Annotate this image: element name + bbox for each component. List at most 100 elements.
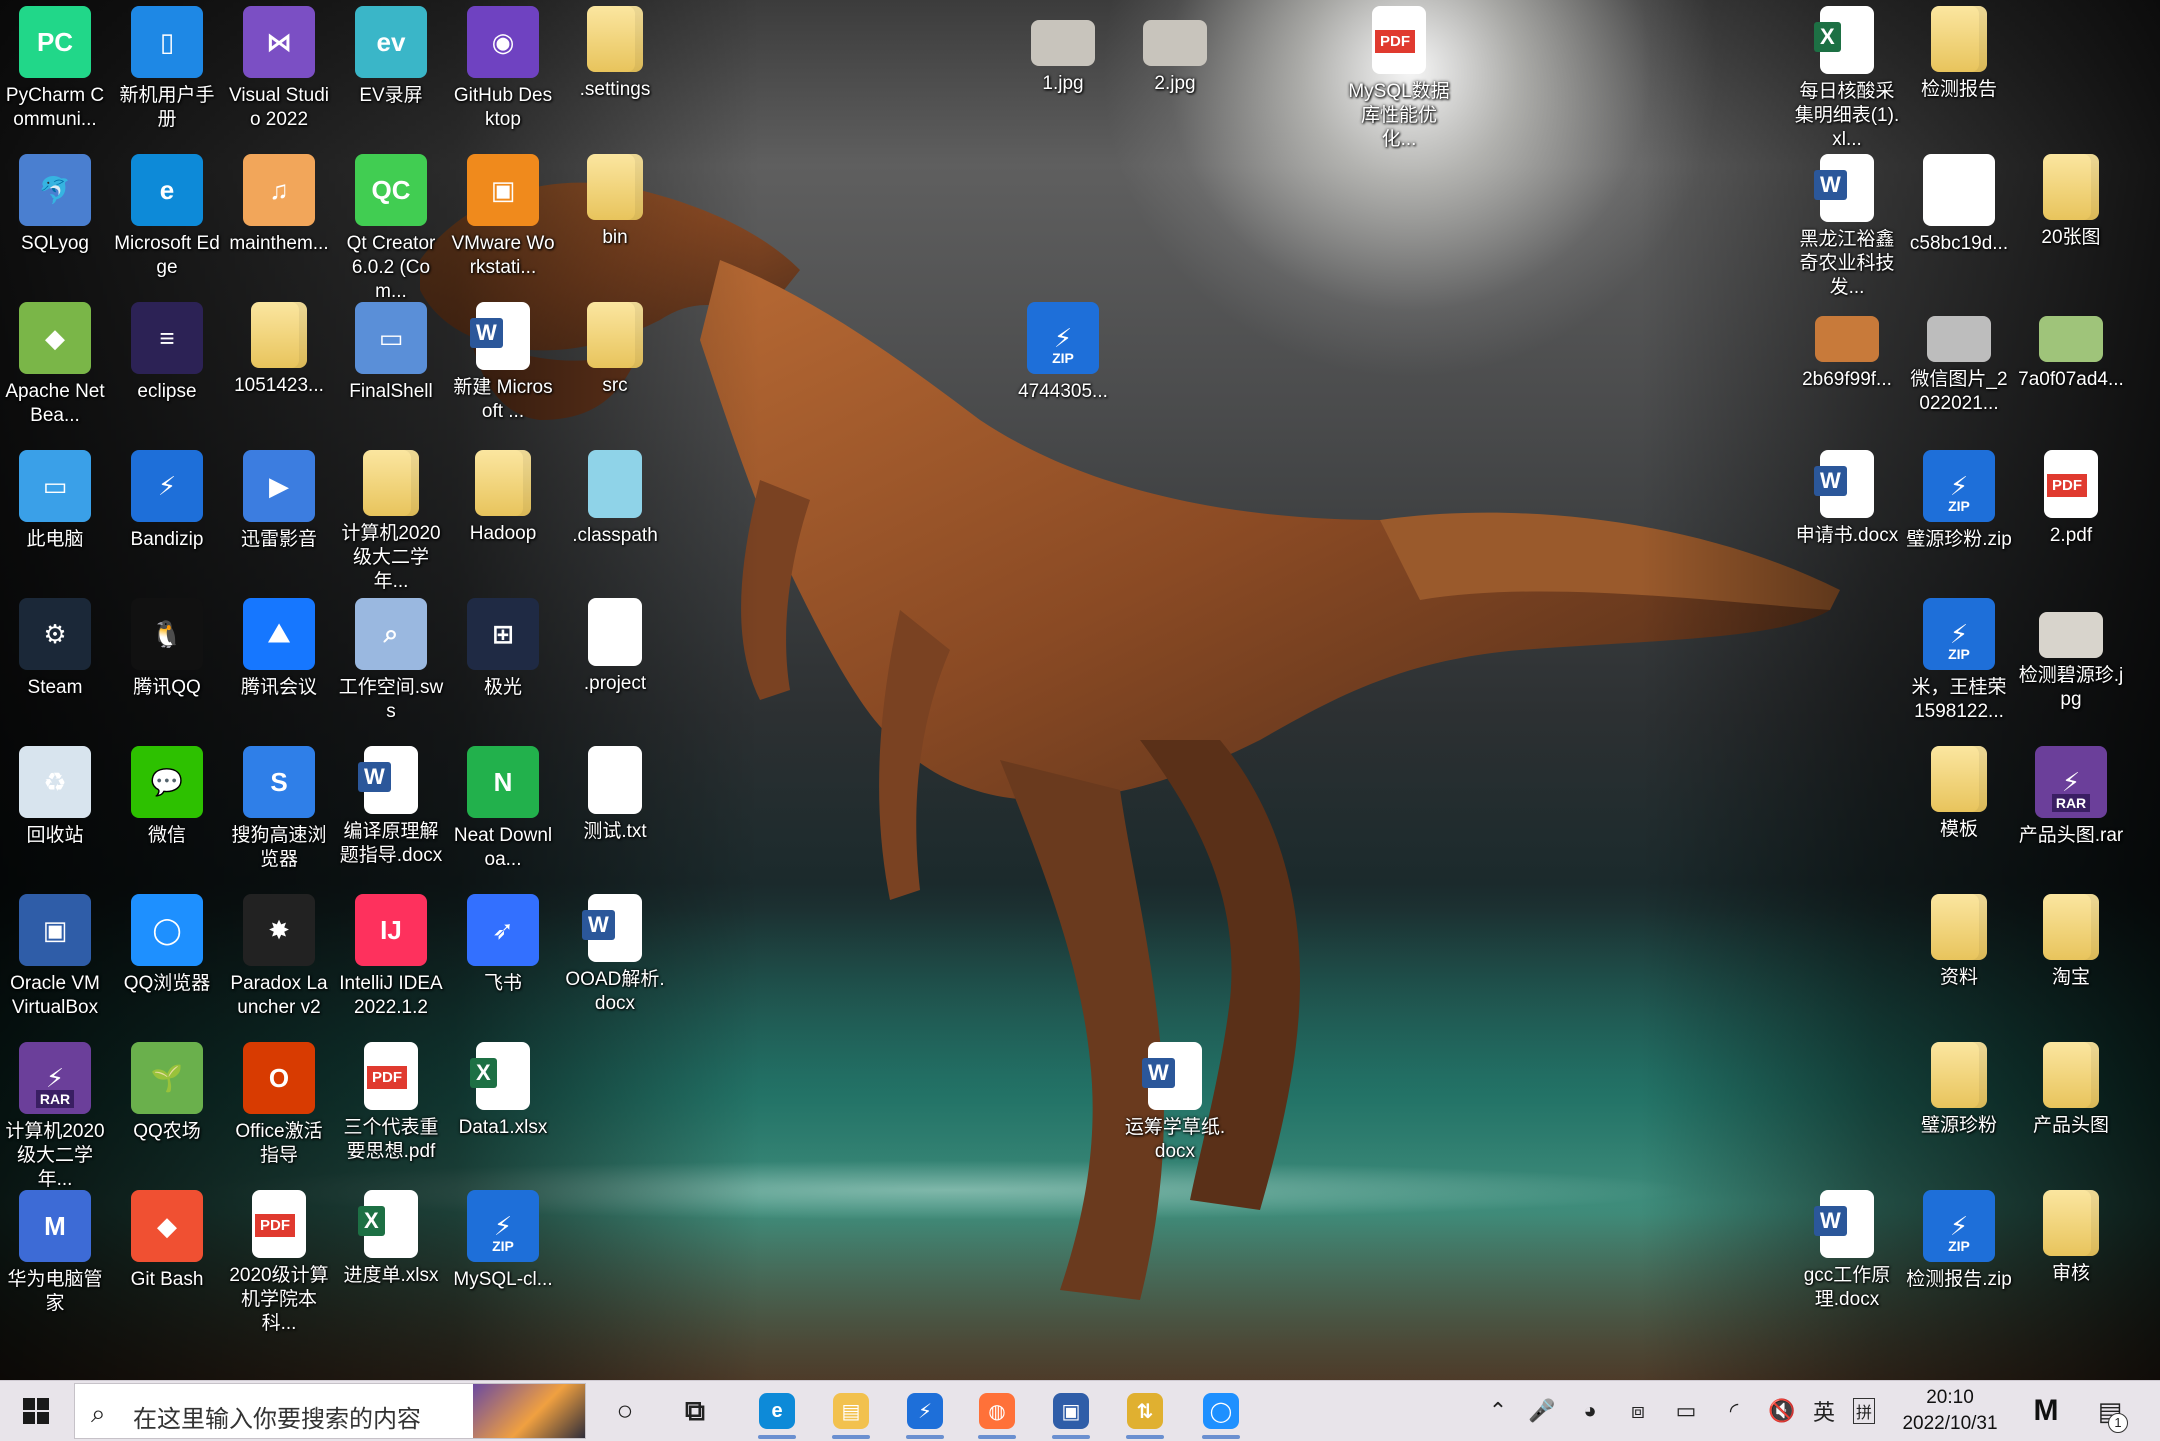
desktop-icon[interactable]: ▯ 新机用户手册 (112, 0, 222, 145)
action-center-button[interactable]: ▤ 1 (2090, 1381, 2130, 1441)
firefox-icon[interactable]: ◍ (962, 1381, 1032, 1441)
desktop-icon[interactable]: ◆ Git Bash (112, 1184, 222, 1329)
desktop-icon[interactable]: N Neat Downloa... (448, 740, 558, 885)
start-button[interactable] (0, 1381, 72, 1441)
desktop-icon[interactable]: ➶ 飞书 (448, 888, 558, 1033)
input-language-indicator[interactable]: 英 (1806, 1381, 1842, 1441)
desktop-icon[interactable]: Wgcc工作原理.docx (1792, 1184, 1902, 1329)
desktop-icon[interactable]: ◯ QQ浏览器 (112, 888, 222, 1033)
winscp-icon[interactable]: ⇅ (1110, 1381, 1180, 1441)
desktop-icon[interactable]: 💬 微信 (112, 740, 222, 885)
desktop-icon[interactable]: ≡ eclipse (112, 296, 222, 441)
desktop-icon[interactable]: ⛰ 腾讯会议 (224, 592, 334, 737)
desktop-icon[interactable]: ⚡ ZIP 璧源珍粉.zip (1904, 444, 2014, 589)
desktop-icon[interactable]: 资料 (1904, 888, 2014, 1033)
desktop-icon[interactable]: ♫ mainthem... (224, 148, 334, 293)
desktop-icon[interactable]: PDF MySQL数据库性能优化... (1344, 0, 1454, 150)
desktop-icon[interactable]: 检测碧源珍.jpg (2016, 592, 2126, 737)
desktop-icon[interactable]: 微信图片_2022021... (1904, 296, 2014, 441)
desktop-icon[interactable]: 2.jpg (1120, 0, 1230, 145)
desktop-icon[interactable]: 1.jpg (1008, 0, 1118, 145)
desktop-icon[interactable]: ⚡ ZIP 4744305... (1008, 296, 1118, 441)
desktop-icon[interactable]: 2b69f99f... (1792, 296, 1902, 441)
desktop-icon[interactable]: ▭ FinalShell (336, 296, 446, 441)
desktop-icon[interactable]: W OOAD解析.docx (560, 888, 670, 1033)
desktop-icon[interactable]: IJ IntelliJ IDEA 2022.1.2 (336, 888, 446, 1033)
desktop-icon[interactable]: ⚡ Bandizip (112, 444, 222, 589)
desktop-icon[interactable]: ev EV录屏 (336, 0, 446, 145)
task-view-icon[interactable]: ⧉ (660, 1381, 730, 1441)
tray-avatar-icon[interactable]: ◕ (1570, 1381, 1610, 1441)
desktop-icon[interactable]: W 黑龙江裕鑫奇农业科技发... (1792, 148, 1902, 298)
desktop-icon[interactable]: W 新建 Microsoft ... (448, 296, 558, 441)
desktop-icon[interactable]: QC Qt Creator 6.0.2 (Com... (336, 148, 446, 302)
desktop-icon[interactable]: ▭ 此电脑 (0, 444, 110, 589)
desktop-icon[interactable]: W 申请书.docx (1792, 444, 1902, 589)
desktop-icon[interactable]: ⊞ 极光 (448, 592, 558, 737)
desktop-icon[interactable]: X 每日核酸采集明细表(1).xl... (1792, 0, 1902, 150)
desktop-icon[interactable]: 璧源珍粉 (1904, 1036, 2014, 1181)
cortana-icon[interactable]: ○ (590, 1381, 660, 1441)
desktop-icon[interactable]: ⋈ Visual Studio 2022 (224, 0, 334, 145)
show-hidden-icons-chevron[interactable]: ⌃ (1478, 1381, 1518, 1441)
desktop-icon[interactable]: 🐧 腾讯QQ (112, 592, 222, 737)
file-explorer-icon[interactable]: ▤ (816, 1381, 886, 1441)
volume-muted-icon[interactable]: 🔇 (1762, 1381, 1802, 1441)
desktop-icon[interactable]: 模板 (1904, 740, 2014, 885)
desktop-icon[interactable]: ◆ Apache NetBea... (0, 296, 110, 441)
desktop-icon[interactable]: .project (560, 592, 670, 737)
desktop-icon[interactable]: ⚡ RAR 产品头图.rar (2016, 740, 2126, 885)
qq-browser-taskbar-icon[interactable]: ◯ (1186, 1381, 1256, 1441)
desktop-icon[interactable]: PDF 三个代表重要思想.pdf (336, 1036, 446, 1181)
desktop-icon[interactable]: ⚡ RAR 计算机2020 级大二学年... (0, 1036, 110, 1190)
desktop-icon[interactable]: 7a0f07ad4... (2016, 296, 2126, 441)
desktop-icon[interactable]: Hadoop (448, 444, 558, 589)
desktop-icon[interactable]: 计算机2020 级大二学年... (336, 444, 446, 592)
desktop-icon[interactable]: ⚙ Steam (0, 592, 110, 737)
desktop-icon[interactable]: PC PyCharm Communi... (0, 0, 110, 145)
battery-icon[interactable]: ▭ (1666, 1381, 1706, 1441)
tray-app-icon[interactable]: ⧈ (1618, 1381, 1658, 1441)
desktop-icon[interactable]: 产品头图 (2016, 1036, 2126, 1181)
virtualbox-taskbar-icon[interactable]: ▣ (1036, 1381, 1106, 1441)
bandizip-taskbar-icon[interactable]: ⚡ (890, 1381, 960, 1441)
desktop-icon[interactable]: PDF 2.pdf (2016, 444, 2126, 589)
huawei-manager-tray-icon[interactable]: M (2024, 1381, 2068, 1441)
desktop-icon[interactable]: M 华为电脑管家 (0, 1184, 110, 1329)
desktop-icon[interactable]: 检测报告 (1904, 0, 2014, 145)
desktop-icon[interactable]: e Microsoft Edge (112, 148, 222, 293)
microphone-icon[interactable]: 🎤 (1522, 1381, 1562, 1441)
desktop-icon[interactable]: ✸ Paradox Launcher v2 (224, 888, 334, 1033)
desktop-icon[interactable]: src (560, 296, 670, 441)
desktop-icon[interactable]: ⌕ 工作空间.sws (336, 592, 446, 737)
desktop-icon[interactable]: X Data1.xlsx (448, 1036, 558, 1181)
input-mode-indicator[interactable]: 拼 (1846, 1381, 1882, 1441)
desktop-icon[interactable]: O Office激活指导 (224, 1036, 334, 1181)
desktop-icon[interactable]: 🌱 QQ农场 (112, 1036, 222, 1181)
desktop-icon[interactable]: 测试.txt (560, 740, 670, 885)
desktop-icon[interactable]: W 运筹学草纸.docx (1120, 1036, 1230, 1181)
desktop-icon[interactable]: 审核 (2016, 1184, 2126, 1329)
edge-taskbar-icon[interactable]: e (742, 1381, 812, 1441)
desktop-icon[interactable]: .settings (560, 0, 670, 145)
desktop-icon[interactable]: 🐬 SQLyog (0, 148, 110, 293)
desktop-icon[interactable]: X 进度单.xlsx (336, 1184, 446, 1329)
desktop-icon[interactable]: ⚡ ZIP MySQL-cl... (448, 1184, 558, 1329)
desktop-icon[interactable]: ♻ 回收站 (0, 740, 110, 885)
desktop-icon[interactable]: ▣ Oracle VM VirtualBox (0, 888, 110, 1033)
desktop-icon[interactable]: bin (560, 148, 670, 293)
desktop-icon[interactable]: ▦ c58bc19d... (1904, 148, 2014, 293)
desktop-icon[interactable]: ▶ 迅雷影音 (224, 444, 334, 589)
desktop-icon[interactable]: ◉ GitHub Desktop (448, 0, 558, 145)
desktop-icon[interactable]: ⚡ ZIP 检测报告.zip (1904, 1184, 2014, 1329)
desktop-icon[interactable]: ▣ VMware Workstati... (448, 148, 558, 293)
desktop-icon[interactable]: 20张图 (2016, 148, 2126, 293)
desktop-icon[interactable]: .classpath (560, 444, 670, 589)
desktop-icon[interactable]: S 搜狗高速浏览器 (224, 740, 334, 885)
desktop-icon[interactable]: 淘宝 (2016, 888, 2126, 1033)
desktop-icon[interactable]: W 编译原理解题指导.docx (336, 740, 446, 885)
desktop-icon[interactable]: 1051423... (224, 296, 334, 441)
desktop-icon[interactable]: ⚡ ZIP 米，王桂荣 1598122... (1904, 592, 2014, 737)
taskbar-clock[interactable]: 20:10 2022/10/31 (1890, 1385, 2010, 1437)
wifi-icon[interactable]: ◜ (1714, 1381, 1754, 1441)
